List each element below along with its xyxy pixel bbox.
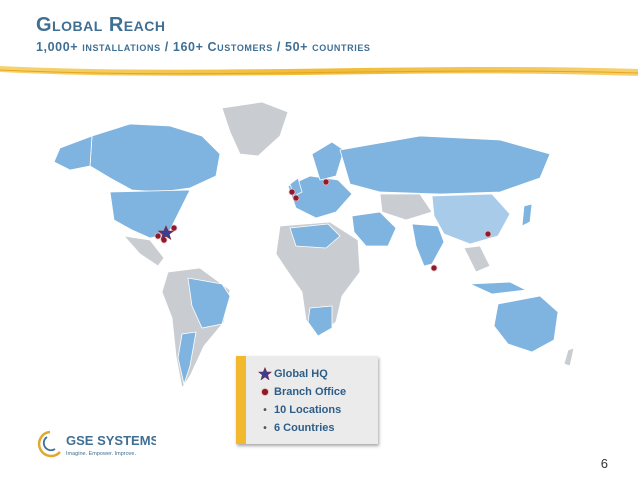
branch-marker — [288, 188, 296, 196]
slide-subtitle: 1,000+ installations / 160+ Customers / … — [36, 40, 371, 54]
legend-locations-text: 10 Locations — [274, 404, 342, 416]
branch-marker — [154, 232, 162, 240]
legend-item-hq: Global HQ — [256, 366, 328, 382]
branch-marker — [484, 230, 492, 238]
page-number: 6 — [600, 456, 608, 471]
legend-item-countries: • 6 Countries — [256, 420, 335, 436]
legend-branch-label: Branch Office — [274, 386, 347, 398]
slide-title: Global Reach — [36, 14, 166, 36]
bullet-icon: • — [263, 422, 267, 434]
decorative-gold-band — [0, 66, 638, 76]
legend-item-locations: • 10 Locations — [256, 402, 341, 418]
map-legend: Global HQ Branch Office • 10 Locations •… — [236, 356, 378, 444]
logo-name: GSE SYSTEMS — [66, 433, 156, 448]
branch-marker — [292, 194, 300, 202]
legend-hq-label: Global HQ — [274, 368, 328, 380]
legend-item-branch: Branch Office — [256, 384, 346, 400]
logo-tagline: Imagine. Empower. Improve. — [66, 451, 136, 457]
star-icon — [256, 367, 274, 381]
legend-accent-stripe — [236, 356, 246, 444]
bullet-icon: • — [263, 404, 267, 416]
branch-marker — [170, 224, 178, 232]
dot-icon — [256, 387, 274, 397]
branch-marker — [322, 178, 330, 186]
company-logo: GSE SYSTEMS Imagine. Empower. Improve. — [36, 428, 160, 460]
branch-marker — [430, 264, 438, 272]
legend-countries-text: 6 Countries — [274, 422, 335, 434]
